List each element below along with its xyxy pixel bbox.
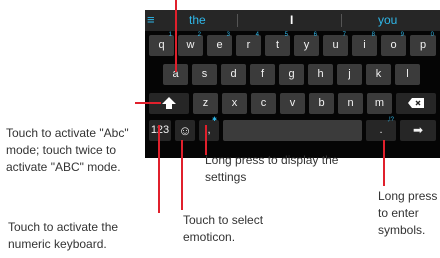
backspace-key[interactable]	[396, 93, 436, 114]
key-v[interactable]: v	[280, 93, 305, 114]
settings-key[interactable]: , ✱	[199, 117, 219, 141]
key-k[interactable]: k	[366, 64, 391, 85]
on-screen-keyboard: ≡ the I you q1 w2 e3 r4 t5 y6 u7 i8 o9 p…	[145, 10, 440, 158]
suggestion-divider	[341, 14, 342, 27]
key-c[interactable]: c	[251, 93, 276, 114]
pointer-line-symbols	[383, 140, 385, 186]
pointer-line-shift	[135, 102, 161, 104]
suggestion-middle[interactable]: I	[290, 10, 293, 31]
key-y[interactable]: y6	[294, 32, 319, 56]
key-n[interactable]: n	[338, 93, 363, 114]
key-d[interactable]: d	[221, 64, 246, 85]
emoticon-icon: ☺	[178, 123, 192, 138]
pointer-line-a-key	[175, 0, 177, 72]
pointer-line-emoticon	[181, 140, 183, 210]
settings-hint-icon: ✱	[211, 117, 217, 123]
shift-annotation: Touch to activate "Abc" mode; touch twic…	[6, 126, 129, 174]
pointer-line-numbers	[158, 125, 160, 213]
shift-arrow-icon	[162, 97, 176, 109]
enter-key[interactable]: ➡	[400, 120, 436, 141]
space-key[interactable]	[223, 120, 362, 141]
numbers-key[interactable]: 123	[149, 120, 171, 141]
suggestion-bar: ≡ the I you	[145, 10, 440, 31]
period-key[interactable]: .,!?	[366, 117, 396, 141]
emoticon-key[interactable]: ☺	[175, 120, 195, 141]
key-j[interactable]: j	[337, 64, 362, 85]
backspace-icon	[408, 98, 424, 108]
enter-arrow-icon: ➡	[412, 123, 424, 137]
key-g[interactable]: g	[279, 64, 304, 85]
suggestion-divider	[237, 14, 238, 27]
symbols-annotation: Long press to enter symbols.	[378, 189, 438, 237]
key-l[interactable]: l	[395, 64, 420, 85]
key-x[interactable]: x	[222, 93, 247, 114]
key-h[interactable]: h	[308, 64, 333, 85]
key-o[interactable]: o9	[381, 32, 406, 56]
emoticon-annotation: Touch to select emoticon.	[183, 213, 264, 244]
settings-annotation: Long press to display the settings	[205, 153, 339, 184]
suggestion-left[interactable]: the	[189, 10, 206, 31]
suggestion-right[interactable]: you	[378, 10, 397, 31]
key-u[interactable]: u7	[323, 32, 348, 56]
key-z[interactable]: z	[193, 93, 218, 114]
key-m[interactable]: m	[367, 93, 392, 114]
key-s[interactable]: s	[192, 64, 217, 85]
key-q[interactable]: q1	[149, 32, 174, 56]
key-f[interactable]: f	[250, 64, 275, 85]
key-r[interactable]: r4	[236, 32, 261, 56]
key-i[interactable]: i8	[352, 32, 377, 56]
menu-icon[interactable]: ≡	[147, 12, 155, 27]
key-e[interactable]: e3	[207, 32, 232, 56]
key-b[interactable]: b	[309, 93, 334, 114]
pointer-line-settings	[205, 125, 207, 155]
numeric-keyboard-annotation: Touch to activate the numeric keyboard.	[8, 220, 119, 251]
key-p[interactable]: p0	[410, 32, 436, 56]
key-t[interactable]: t5	[265, 32, 290, 56]
key-w[interactable]: w2	[178, 32, 203, 56]
